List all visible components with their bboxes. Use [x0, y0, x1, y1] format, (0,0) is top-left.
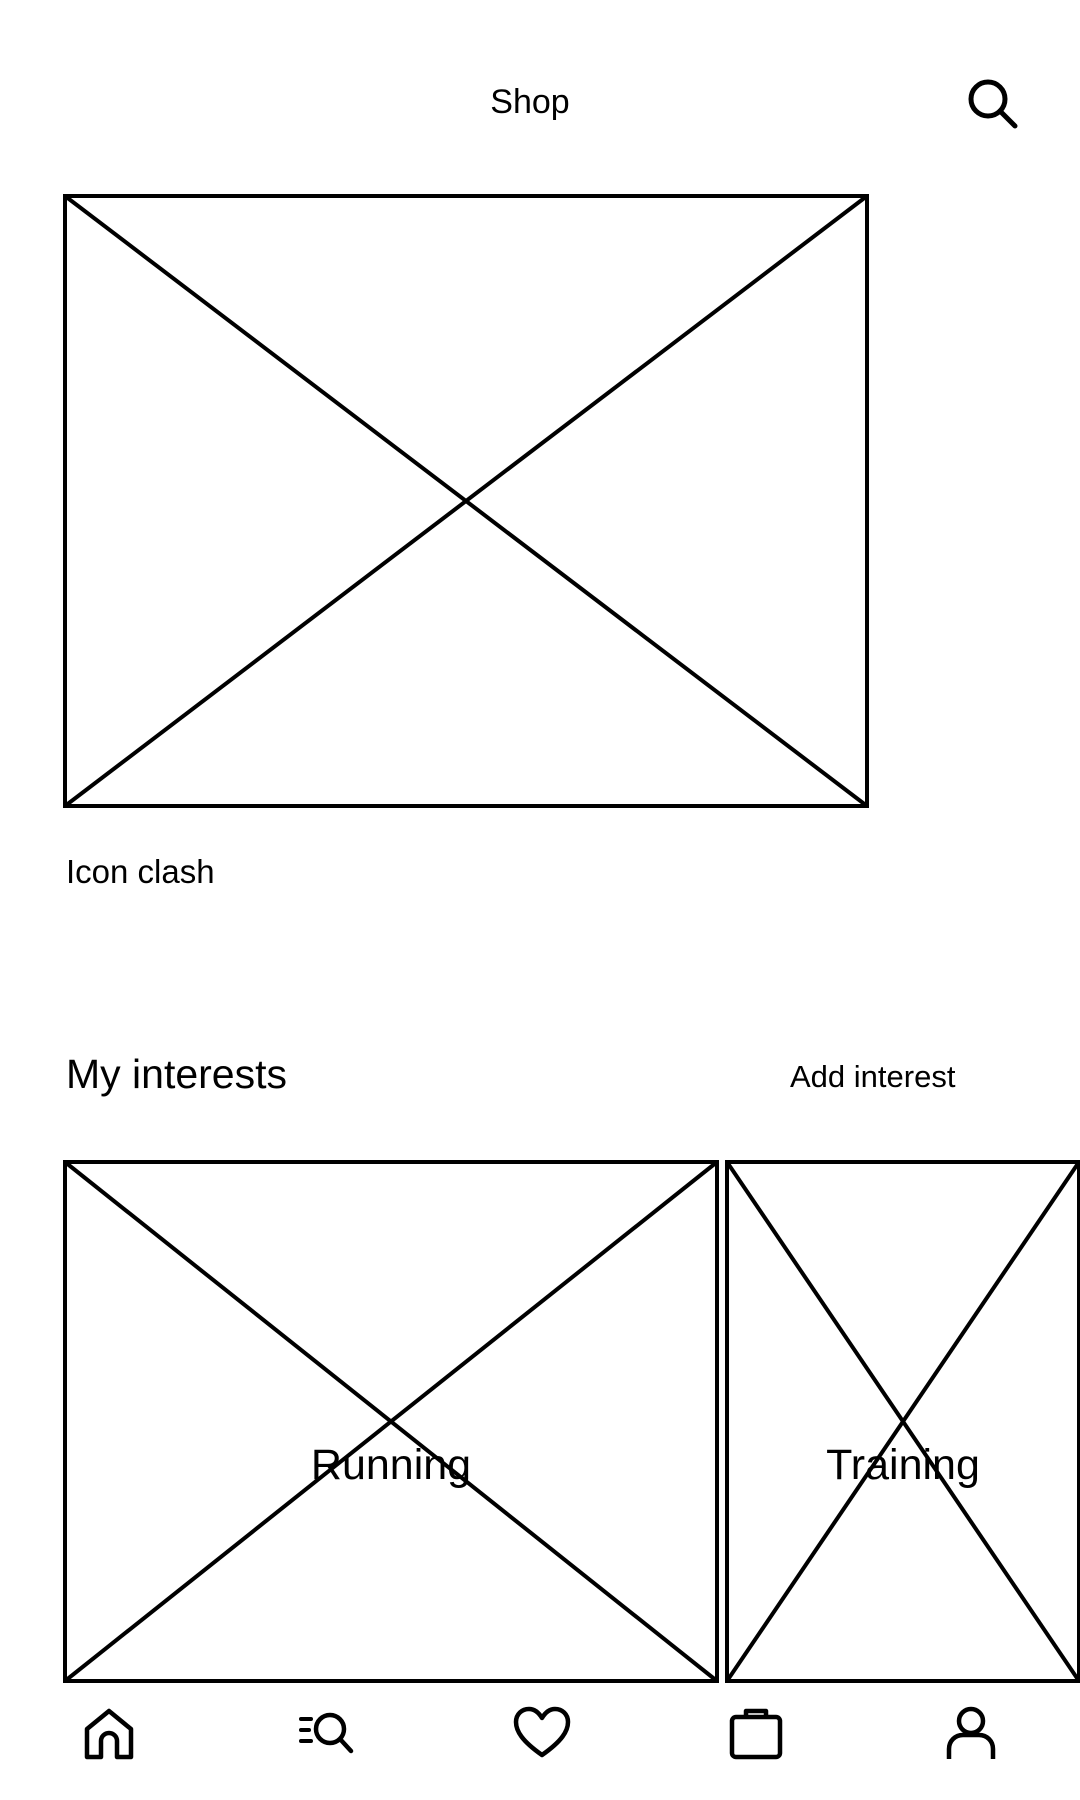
add-interest-link[interactable]: Add interest: [790, 1057, 955, 1097]
image-placeholder-graphic: [63, 194, 869, 808]
search-button[interactable]: [965, 76, 1021, 132]
image-placeholder-graphic: [63, 1160, 719, 1683]
nav-item-discover[interactable]: [280, 1695, 370, 1785]
bottom-nav: [0, 1695, 1080, 1785]
nav-item-favorites[interactable]: [495, 1695, 585, 1785]
heart-icon: [513, 1706, 571, 1758]
interest-card-label: Training: [826, 1441, 980, 1489]
interest-card-running[interactable]: Running: [63, 1160, 719, 1683]
bag-icon: [729, 1708, 783, 1760]
nav-item-bag[interactable]: [711, 1695, 801, 1785]
interest-card-training[interactable]: Training: [725, 1160, 1080, 1683]
page-title: Shop: [490, 83, 570, 121]
hero-caption: Icon clash: [66, 853, 215, 890]
image-placeholder-graphic: [725, 1160, 1080, 1683]
profile-icon: [946, 1706, 996, 1759]
home-icon: [84, 1708, 134, 1760]
discover-search-icon: [299, 1712, 354, 1754]
nav-item-home[interactable]: [64, 1695, 154, 1785]
hero-image-placeholder[interactable]: [63, 194, 869, 808]
search-icon: [968, 79, 1018, 129]
nav-item-profile[interactable]: [926, 1695, 1016, 1785]
section-title: My interests: [66, 1051, 287, 1097]
interest-card-label: Running: [310, 1441, 472, 1489]
